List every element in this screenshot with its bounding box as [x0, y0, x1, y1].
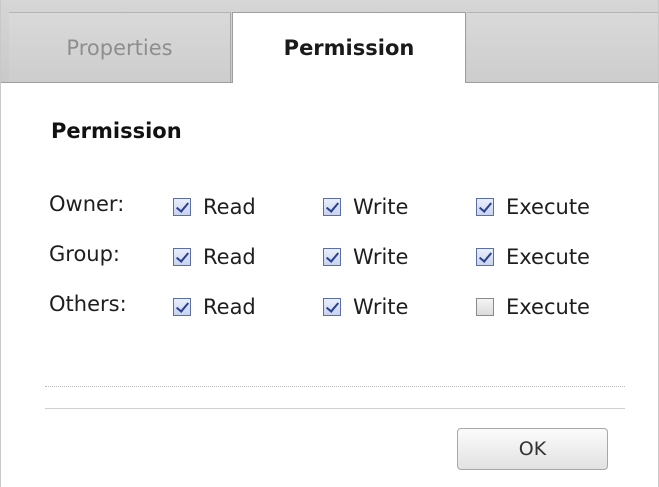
others-read-label: Read: [203, 295, 256, 319]
group-write-label: Write: [353, 245, 409, 269]
group-row: Group: Read Write Execute: [49, 242, 639, 272]
tab-properties-label: Properties: [66, 35, 173, 60]
dotted-divider: [45, 386, 625, 387]
checkbox-icon[interactable]: [323, 198, 341, 216]
group-write-checkbox[interactable]: Write: [323, 242, 408, 272]
tab-bar-filler: [467, 12, 658, 82]
owner-label: Owner:: [49, 192, 125, 216]
owner-execute-checkbox[interactable]: Execute: [476, 192, 590, 222]
tab-permission[interactable]: Permission: [232, 12, 466, 83]
checkbox-icon[interactable]: [476, 248, 494, 266]
owner-row: Owner: Read Write Execute: [49, 192, 639, 222]
checkbox-icon[interactable]: [173, 248, 191, 266]
owner-write-label: Write: [353, 195, 409, 219]
ok-button[interactable]: OK: [457, 428, 608, 470]
permission-dialog: Properties Permission Permission Owner: …: [0, 0, 659, 487]
tab-bar: Properties Permission: [1, 0, 658, 83]
owner-write-checkbox[interactable]: Write: [323, 192, 408, 222]
tab-permission-label: Permission: [283, 36, 415, 60]
others-write-checkbox[interactable]: Write: [323, 292, 408, 322]
others-label: Others:: [49, 292, 127, 316]
group-read-label: Read: [203, 245, 256, 269]
others-execute-label: Execute: [506, 295, 590, 319]
owner-read-label: Read: [203, 195, 256, 219]
checkbox-icon[interactable]: [323, 248, 341, 266]
checkbox-icon[interactable]: [476, 298, 494, 316]
checkbox-icon[interactable]: [173, 298, 191, 316]
group-execute-label: Execute: [506, 245, 590, 269]
checkbox-icon[interactable]: [476, 198, 494, 216]
group-read-checkbox[interactable]: Read: [173, 242, 256, 272]
group-label: Group:: [49, 242, 121, 266]
tab-properties[interactable]: Properties: [9, 12, 231, 82]
owner-read-checkbox[interactable]: Read: [173, 192, 256, 222]
others-read-checkbox[interactable]: Read: [173, 292, 256, 322]
footer-divider: [45, 408, 625, 409]
checkbox-icon[interactable]: [323, 298, 341, 316]
checkbox-icon[interactable]: [173, 198, 191, 216]
section-title: Permission: [51, 119, 182, 143]
others-write-label: Write: [353, 295, 409, 319]
others-row: Others: Read Write Execute: [49, 292, 639, 322]
others-execute-checkbox[interactable]: Execute: [476, 292, 590, 322]
group-execute-checkbox[interactable]: Execute: [476, 242, 590, 272]
owner-execute-label: Execute: [506, 195, 590, 219]
